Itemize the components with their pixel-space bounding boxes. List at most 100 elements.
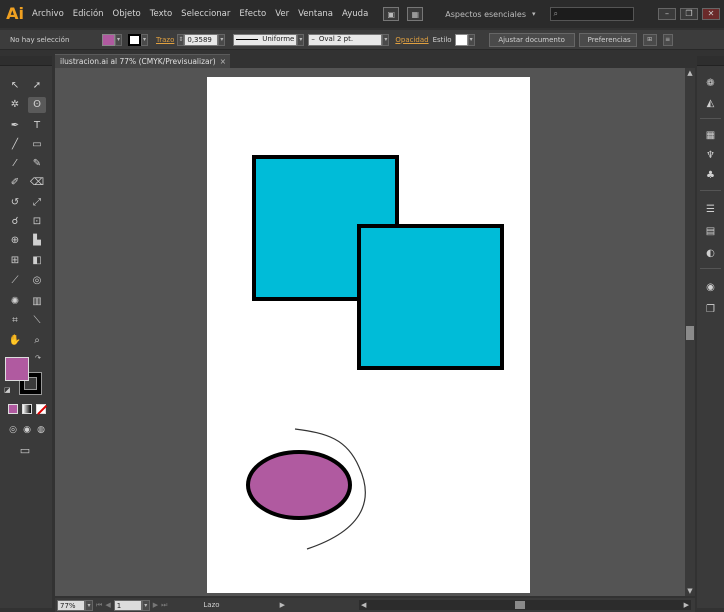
- gradient-panel-icon[interactable]: ▤: [702, 224, 719, 239]
- artboard-dropdown[interactable]: ▾: [141, 599, 150, 611]
- rectangle-tool-icon[interactable]: ▭: [28, 137, 46, 153]
- last-artboard-icon[interactable]: ⏭: [161, 601, 167, 610]
- style-swatch[interactable]: [454, 33, 468, 46]
- fill-swatch[interactable]: [5, 357, 29, 381]
- close-icon[interactable]: ×: [220, 55, 226, 68]
- preferences-button[interactable]: Preferencias: [578, 32, 637, 47]
- pencil-tool-icon[interactable]: ✎: [28, 156, 46, 172]
- menu-ver[interactable]: Ver: [275, 9, 289, 19]
- fill-color-swatch[interactable]: [102, 33, 115, 46]
- graphic-styles-icon[interactable]: ❐: [702, 302, 719, 317]
- scroll-right-icon[interactable]: ▶: [684, 600, 689, 610]
- next-artboard-icon[interactable]: ▶: [153, 601, 158, 609]
- brush-dropdown[interactable]: ▾: [382, 33, 390, 46]
- default-colors-icon[interactable]: ◪: [4, 386, 11, 394]
- brush-field[interactable]: – Oval 2 pt.: [308, 33, 383, 46]
- eyedropper-tool-icon[interactable]: ⟋: [6, 273, 24, 289]
- slice-tool-icon[interactable]: ⟍: [28, 313, 46, 329]
- symbols-icon[interactable]: ♣: [702, 168, 719, 183]
- gradient-tool-icon[interactable]: ◧: [28, 253, 46, 269]
- close-button[interactable]: ✕: [702, 8, 720, 20]
- color-panel-icon[interactable]: ◭: [702, 96, 719, 111]
- rotate-tool-icon[interactable]: ↺: [6, 195, 24, 211]
- color-guide-icon[interactable]: ❁: [702, 76, 719, 91]
- perspective-grid-tool-icon[interactable]: ▙: [28, 233, 46, 249]
- line-tool-icon[interactable]: ╱: [6, 137, 24, 153]
- stroke-weight-field[interactable]: 0,3589: [184, 33, 219, 46]
- artboard-number-field[interactable]: 1: [113, 599, 142, 611]
- stroke-panel-icon[interactable]: ☰: [702, 202, 719, 217]
- style-dropdown[interactable]: ▾: [467, 33, 475, 46]
- vertical-scrollbar[interactable]: ▲ ▼: [685, 68, 695, 596]
- artboard-tool-icon[interactable]: ⌗: [6, 313, 24, 329]
- blob-brush-tool-icon[interactable]: ✐: [6, 175, 24, 191]
- type-tool-icon[interactable]: T: [28, 118, 46, 134]
- none-mode-icon[interactable]: [36, 404, 47, 415]
- appearance-icon[interactable]: ◉: [702, 280, 719, 295]
- horizontal-scroll-thumb[interactable]: [515, 601, 525, 609]
- shape-builder-tool-icon[interactable]: ⊕: [6, 233, 24, 249]
- menu-efecto[interactable]: Efecto: [239, 9, 266, 19]
- zoom-tool-icon[interactable]: ⌕: [28, 333, 46, 349]
- adjust-document-button[interactable]: Ajustar documento: [488, 32, 575, 47]
- scroll-up-icon[interactable]: ▲: [685, 68, 695, 78]
- scroll-left-icon[interactable]: ◀: [361, 600, 366, 610]
- swatches-icon[interactable]: ▦: [702, 128, 719, 143]
- menu-objeto[interactable]: Objeto: [113, 9, 141, 19]
- artboard[interactable]: [207, 77, 530, 593]
- blend-tool-icon[interactable]: ◎: [28, 273, 46, 289]
- menu-edicion[interactable]: Edición: [73, 9, 104, 19]
- fill-dropdown[interactable]: ▾: [115, 33, 122, 46]
- first-artboard-icon[interactable]: ⏮: [96, 601, 102, 610]
- color-mode-icon[interactable]: [8, 404, 18, 414]
- zoom-dropdown[interactable]: ▾: [85, 599, 93, 611]
- free-transform-tool-icon[interactable]: ⊡: [28, 214, 46, 230]
- maximize-button[interactable]: ❐: [680, 8, 698, 20]
- transparency-icon[interactable]: ◐: [702, 246, 719, 261]
- selection-tool-icon[interactable]: ↖: [6, 78, 24, 94]
- pen-tool-icon[interactable]: ✒: [6, 118, 24, 134]
- magic-wand-tool-icon[interactable]: ✲: [6, 97, 24, 113]
- menu-archivo[interactable]: Archivo: [32, 9, 64, 19]
- stroke-color-swatch[interactable]: [128, 33, 141, 46]
- menu-texto[interactable]: Texto: [150, 9, 172, 19]
- stroke-label[interactable]: Trazo: [156, 36, 174, 44]
- stroke-profile-dropdown[interactable]: ▾: [297, 33, 305, 46]
- minimize-button[interactable]: –: [658, 8, 676, 20]
- document-tab[interactable]: ilustracion.ai al 77% (CMYK/Previsualiza…: [55, 54, 230, 68]
- scale-tool-icon[interactable]: ⤢: [28, 195, 46, 211]
- panel-menu-icon[interactable]: ≡: [662, 33, 673, 46]
- mesh-tool-icon[interactable]: ⊞: [6, 253, 24, 269]
- gradient-mode-icon[interactable]: [22, 404, 32, 414]
- tools-panel-grip[interactable]: [0, 56, 52, 66]
- stroke-dropdown[interactable]: ▾: [141, 33, 148, 46]
- menu-ayuda[interactable]: Ayuda: [342, 9, 368, 19]
- stroke-profile-field[interactable]: Uniforme: [233, 33, 298, 46]
- search-input[interactable]: ⌕: [549, 7, 634, 21]
- stroke-weight-dropdown[interactable]: ▾: [218, 33, 226, 46]
- chevron-down-icon[interactable]: ▾: [532, 10, 536, 18]
- column-graph-tool-icon[interactable]: ▥: [28, 294, 46, 310]
- zoom-field[interactable]: 77%: [57, 599, 85, 611]
- menu-ventana[interactable]: Ventana: [298, 9, 333, 19]
- previous-artboard-icon[interactable]: ◀: [105, 601, 110, 609]
- warp-tool-icon[interactable]: ☌: [6, 214, 24, 230]
- arrange-documents-icon[interactable]: ▦: [407, 7, 424, 21]
- vertical-scroll-thumb[interactable]: [686, 326, 694, 340]
- align-icon[interactable]: ⊞: [642, 33, 657, 46]
- opacity-label[interactable]: Opacidad: [395, 36, 428, 44]
- screen-mode-icon[interactable]: ▭: [16, 443, 34, 459]
- status-menu-arrow-icon[interactable]: ▶: [280, 601, 285, 609]
- draw-inside-icon[interactable]: ◍: [32, 422, 50, 438]
- swap-fill-stroke-icon[interactable]: ↷: [35, 354, 41, 362]
- panel-dock-grip[interactable]: [697, 56, 724, 66]
- direct-selection-tool-icon[interactable]: ➚: [28, 78, 46, 94]
- scroll-down-icon[interactable]: ▼: [685, 586, 695, 596]
- stroke-weight-stepper[interactable]: ⇕: [177, 33, 185, 46]
- canvas-area[interactable]: [55, 68, 685, 596]
- symbol-sprayer-tool-icon[interactable]: ✺: [6, 294, 24, 310]
- eraser-tool-icon[interactable]: ⌫: [28, 175, 46, 191]
- menu-seleccionar[interactable]: Seleccionar: [181, 9, 230, 19]
- hand-tool-icon[interactable]: ✋: [6, 333, 24, 349]
- paintbrush-tool-icon[interactable]: ⁄: [6, 156, 24, 172]
